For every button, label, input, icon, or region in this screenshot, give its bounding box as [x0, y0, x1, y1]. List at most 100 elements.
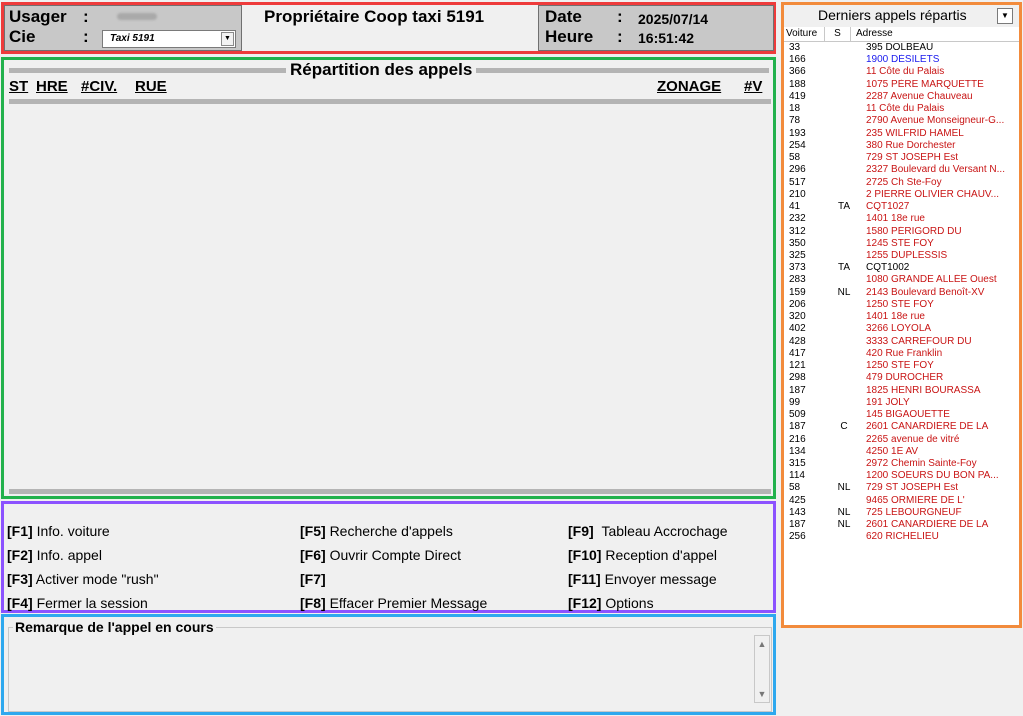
remark-textarea[interactable]	[12, 636, 752, 708]
fkey-f12-key: [F12]	[568, 595, 602, 611]
list-item[interactable]: 99 191 JOLY	[784, 397, 1019, 409]
list-item[interactable]: 187 1825 HENRI BOURASSA	[784, 385, 1019, 397]
list-item[interactable]: 143 NL 725 LEBOURGNEUF	[784, 507, 1019, 519]
col-header-voiture[interactable]: Voiture	[784, 27, 825, 41]
fkey-f8[interactable]: [F8] Effacer Premier Message	[300, 595, 487, 611]
fkey-f11-label: Envoyer message	[604, 571, 717, 587]
list-item[interactable]: 417 420 Rue Franklin	[784, 348, 1019, 360]
list-item[interactable]: 166 1900 DÉSILETS	[784, 54, 1019, 66]
list-item[interactable]: 509 145 BIGAOUETTE	[784, 409, 1019, 421]
fkey-f3[interactable]: [F3] Activer mode "rush"	[7, 571, 159, 587]
remark-scrollbar[interactable]: ▲ ▼	[754, 635, 770, 703]
list-item[interactable]: 187 NL 2601 CANARDIÈRE DE LA	[784, 519, 1019, 531]
list-item[interactable]: 206 1250 STE FOY	[784, 299, 1019, 311]
cie-select[interactable]: Taxi 5191 ▼	[102, 30, 236, 48]
list-item[interactable]: 33 395 DOLBEAU	[784, 42, 1019, 54]
fkey-f9[interactable]: [F9] Tableau Accrochage	[568, 523, 728, 539]
fkey-f4-label: Fermer la session	[36, 595, 148, 611]
scroll-up-icon[interactable]: ▲	[755, 637, 769, 651]
list-item[interactable]: 425 9465 ORMIÈRE DE L'	[784, 495, 1019, 507]
list-item[interactable]: 517 2725 Ch Ste-Foy	[784, 177, 1019, 189]
list-item[interactable]: 402 3266 LOYOLA	[784, 323, 1019, 335]
car-number: 350	[789, 237, 806, 249]
call-address: CQT1027	[866, 201, 910, 213]
list-item[interactable]: 159 NL 2143 Boulevard Benoît-XV	[784, 287, 1019, 299]
list-item[interactable]: 298 479 DUROCHER	[784, 372, 1019, 384]
fkey-f1[interactable]: [F1] Info. voiture	[7, 523, 110, 539]
fkey-f7[interactable]: [F7]	[300, 571, 326, 587]
list-item[interactable]: 283 1080 GRANDE ALLÉE Ouest	[784, 274, 1019, 286]
car-number: 166	[789, 54, 806, 66]
call-status: C	[840, 421, 848, 433]
col-header-vehicle[interactable]: #V	[744, 78, 762, 95]
fkey-f9-key: [F9]	[568, 523, 594, 539]
list-item[interactable]: 312 1580 PÉRIGORD DU	[784, 226, 1019, 238]
scroll-down-icon[interactable]: ▼	[755, 687, 769, 701]
call-address: 729 ST JOSEPH Est	[866, 152, 959, 164]
fkey-f12-label: Options	[605, 595, 654, 611]
fkey-f6[interactable]: [F6] Ouvrir Compte Direct	[300, 547, 461, 563]
fkey-f12[interactable]: [F12] Options	[568, 595, 654, 611]
list-item[interactable]: 419 2287 Avenue Chauveau	[784, 91, 1019, 103]
col-header-s[interactable]: S	[825, 27, 851, 41]
list-item[interactable]: 193 235 WILFRID HAMEL	[784, 128, 1019, 140]
list-item[interactable]: 320 1401 18e rue	[784, 311, 1019, 323]
col-header-hre[interactable]: HRE	[36, 78, 68, 95]
fkey-f11[interactable]: [F11] Envoyer message	[568, 571, 717, 587]
call-address: 1825 HENRI BOURASSA	[866, 384, 981, 396]
list-item[interactable]: 187 C 2601 CANARDIÈRE DE LA	[784, 421, 1019, 433]
list-item[interactable]: 78 2790 Avenue Monseigneur-G...	[784, 115, 1019, 127]
call-address: 1080 GRANDE ALLÉE Ouest	[866, 274, 997, 286]
fkey-f4[interactable]: [F4] Fermer la session	[7, 595, 148, 611]
list-item[interactable]: 121 1250 STE FOY	[784, 360, 1019, 372]
col-header-rue[interactable]: RUE	[135, 78, 167, 95]
list-item[interactable]: 114 1200 SOEURS DU BON PA...	[784, 470, 1019, 482]
list-item[interactable]: 366 11 Côte du Palais	[784, 66, 1019, 78]
user-info-box: Usager : Cie : Taxi 5191 ▼	[4, 5, 242, 51]
list-item[interactable]: 373 TA CQT1002	[784, 262, 1019, 274]
dispatch-list[interactable]	[7, 106, 771, 486]
datetime-box: Date : 2025/07/14 Heure : 16:51:42	[538, 5, 774, 51]
car-number: 298	[789, 372, 806, 384]
car-number: 417	[789, 347, 806, 359]
car-number: 99	[789, 396, 801, 408]
car-number: 283	[789, 274, 806, 286]
fkey-f5[interactable]: [F5] Recherche d'appels	[300, 523, 453, 539]
fkey-f10[interactable]: [F10] Reception d'appel	[568, 547, 717, 563]
list-item[interactable]: 58 729 ST JOSEPH Est	[784, 152, 1019, 164]
bottom-separator	[9, 489, 771, 494]
list-item[interactable]: 18 11 Côte du Palais	[784, 103, 1019, 115]
call-address: 2601 CANARDIÈRE DE LA	[866, 519, 989, 531]
list-item[interactable]: 256 620 RICHELIEU	[784, 531, 1019, 543]
list-item[interactable]: 134 4250 1E AV	[784, 446, 1019, 458]
list-item[interactable]: 188 1075 PÈRE MARQUETTE	[784, 79, 1019, 91]
list-item[interactable]: 325 1255 DUPLESSIS	[784, 250, 1019, 262]
call-address: 1250 STE FOY	[866, 298, 934, 310]
list-item[interactable]: 350 1245 STE FOY	[784, 238, 1019, 250]
list-item[interactable]: 58 NL 729 ST JOSEPH Est	[784, 482, 1019, 494]
call-address: 2725 Ch Ste-Foy	[866, 176, 942, 188]
list-item[interactable]: 254 380 Rue Dorchester	[784, 140, 1019, 152]
fkey-f2-label: Info. appel	[36, 547, 102, 563]
col-header-st[interactable]: ST	[9, 78, 28, 95]
chevron-down-icon[interactable]: ▼	[997, 8, 1013, 24]
list-item[interactable]: 232 1401 18e rue	[784, 213, 1019, 225]
chevron-down-icon[interactable]: ▼	[221, 32, 234, 46]
list-item[interactable]: 296 2327 Boulevard du Versant N...	[784, 164, 1019, 176]
list-item[interactable]: 41 TA CQT1027	[784, 201, 1019, 213]
col-header-adresse[interactable]: Adresse	[851, 27, 1019, 41]
fkey-f2[interactable]: [F2] Info. appel	[7, 547, 102, 563]
car-number: 517	[789, 176, 806, 188]
col-header-civ[interactable]: #CIV.	[81, 78, 117, 95]
list-item[interactable]: 315 2972 Chemin Sainte-Foy	[784, 458, 1019, 470]
heure-value: 16:51:42	[638, 30, 695, 46]
list-item[interactable]: 210 2 PIERRE OLIVIER CHAUV...	[784, 189, 1019, 201]
list-item[interactable]: 216 2265 avenue de vitré	[784, 434, 1019, 446]
fkey-f8-label: Effacer Premier Message	[329, 595, 488, 611]
list-item[interactable]: 428 3333 CARREFOUR DU	[784, 336, 1019, 348]
recent-calls-list[interactable]: 33 395 DOLBEAU 166 1900 DÉSILETS 366 11 Côte …	[784, 42, 1019, 544]
date-colon: :	[617, 7, 623, 26]
car-number: 188	[789, 78, 806, 90]
call-status: TA	[837, 201, 851, 213]
col-header-zonage[interactable]: ZONAGE	[657, 78, 721, 95]
